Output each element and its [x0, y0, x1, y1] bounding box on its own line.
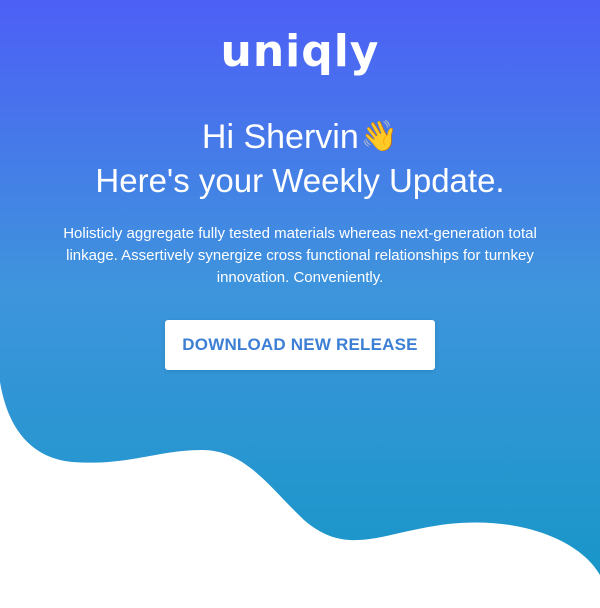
hero-section: uniqly Hi Shervin👋 Here's your Weekly Up…: [0, 0, 600, 608]
hero-content: uniqly Hi Shervin👋 Here's your Weekly Up…: [0, 0, 600, 608]
download-new-release-button[interactable]: DOWNLOAD NEW RELEASE: [165, 320, 435, 370]
waving-hand-icon: 👋: [360, 120, 399, 153]
greeting-heading: Hi Shervin👋: [0, 115, 600, 159]
download-new-release-label: DOWNLOAD NEW RELEASE: [182, 335, 418, 354]
weekly-update-heading: Here's your Weekly Update.: [95, 162, 505, 199]
brand-logo: uniqly: [220, 26, 380, 77]
intro-paragraph: Holisticly aggregate fully tested materi…: [63, 225, 537, 286]
greeting-text: Hi Shervin: [201, 118, 359, 156]
